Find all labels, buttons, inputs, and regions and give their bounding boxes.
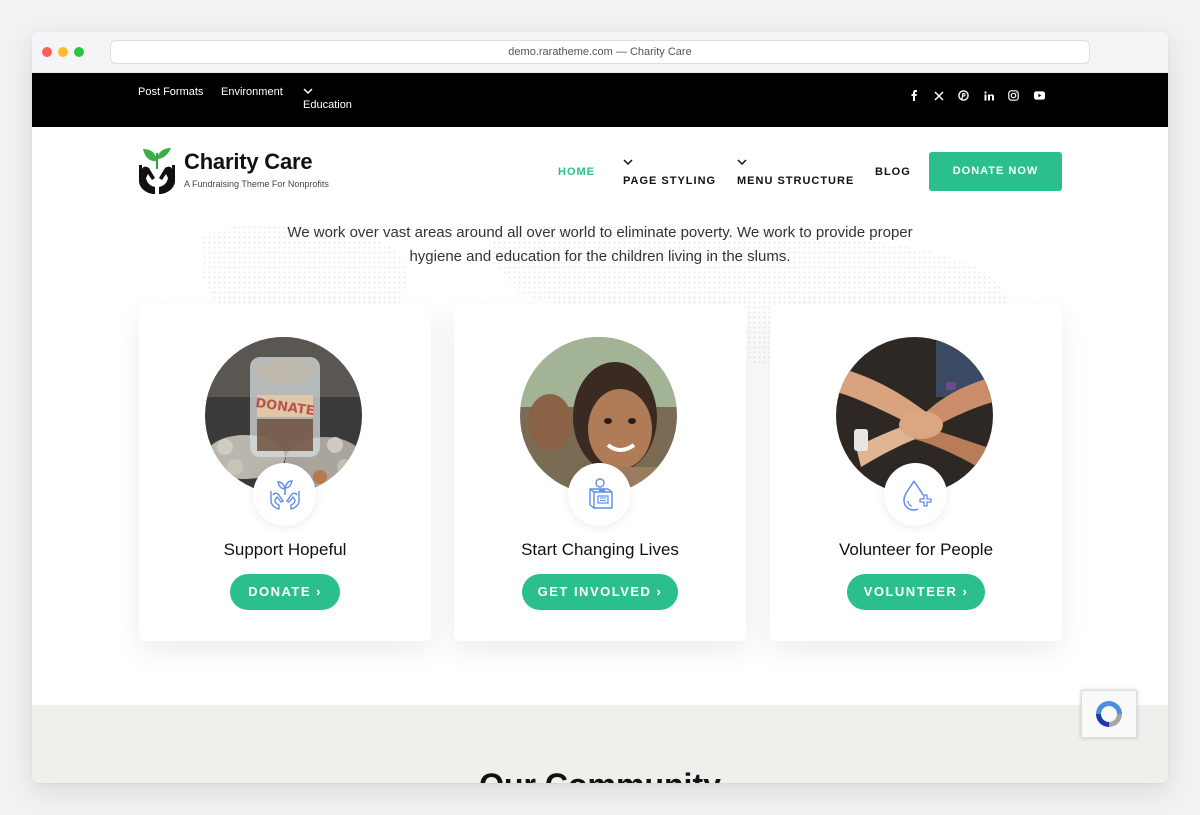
brand-title[interactable]: Charity Care (184, 149, 313, 175)
chevron-down-icon[interactable] (623, 158, 633, 166)
donation-box-icon (588, 477, 613, 509)
x-icon[interactable] (933, 90, 944, 101)
site-header: Charity Care A Fundraising Theme For Non… (32, 127, 1168, 215)
get-involved-button[interactable]: GET INVOLVED › (522, 574, 678, 610)
service-badge (884, 463, 947, 526)
section-title: Our Community (32, 767, 1168, 783)
recaptcha-badge[interactable] (1081, 690, 1137, 738)
volunteer-button[interactable]: VOLUNTEER › (847, 574, 985, 610)
blood-drop-plus-icon (902, 480, 932, 511)
brand-tagline: A Fundraising Theme For Nonprofits (184, 179, 329, 189)
maximize-window-button[interactable] (74, 47, 84, 57)
browser-window: demo.raratheme.com — Charity Care Post F… (32, 32, 1168, 783)
card-title: Start Changing Lives (521, 540, 679, 559)
topnav-education[interactable]: Education (303, 99, 352, 111)
youtube-icon[interactable] (1034, 90, 1045, 101)
recaptcha-icon (1096, 701, 1122, 727)
close-window-button[interactable] (42, 47, 52, 57)
hands-plant-icon (269, 479, 300, 510)
topnav-environment[interactable]: Environment (221, 86, 283, 98)
services-section: We work over vast areas around all over … (32, 215, 1168, 705)
service-badge (253, 463, 316, 526)
community-section: Our Community (32, 705, 1168, 783)
donate-now-button[interactable]: DONATE NOW (929, 152, 1062, 191)
linkedin-icon[interactable] (983, 90, 994, 101)
facebook-icon[interactable] (908, 90, 919, 101)
nav-menu-structure[interactable]: MENU STRUCTURE (737, 175, 854, 187)
chevron-down-icon[interactable] (737, 158, 747, 166)
logo-icon[interactable] (137, 147, 177, 195)
card-title: Support Hopeful (223, 540, 347, 559)
service-card: Start Changing Lives GET INVOLVED › (454, 305, 746, 641)
chevron-down-icon[interactable] (303, 86, 313, 96)
instagram-icon[interactable] (1008, 90, 1019, 101)
top-bar: Post Formats Environment Education (32, 73, 1168, 127)
service-card: Volunteer for People VOLUNTEER › (770, 305, 1062, 641)
address-bar[interactable]: demo.raratheme.com — Charity Care (110, 40, 1090, 64)
topnav-post-formats[interactable]: Post Formats (138, 86, 203, 98)
intro-text: We work over vast areas around all over … (287, 224, 913, 265)
pinterest-icon[interactable] (958, 90, 969, 101)
nav-page-styling[interactable]: PAGE STYLING (623, 175, 716, 187)
nav-home[interactable]: HOME (558, 166, 595, 178)
service-card: DONATE Support Hopeful DONATE › (139, 305, 431, 641)
donate-button[interactable]: DONATE › (230, 574, 340, 610)
minimize-window-button[interactable] (58, 47, 68, 57)
nav-blog[interactable]: BLOG (875, 166, 911, 178)
card-title: Volunteer for People (838, 540, 994, 559)
service-badge (568, 463, 631, 526)
browser-chrome: demo.raratheme.com — Charity Care (32, 32, 1168, 73)
